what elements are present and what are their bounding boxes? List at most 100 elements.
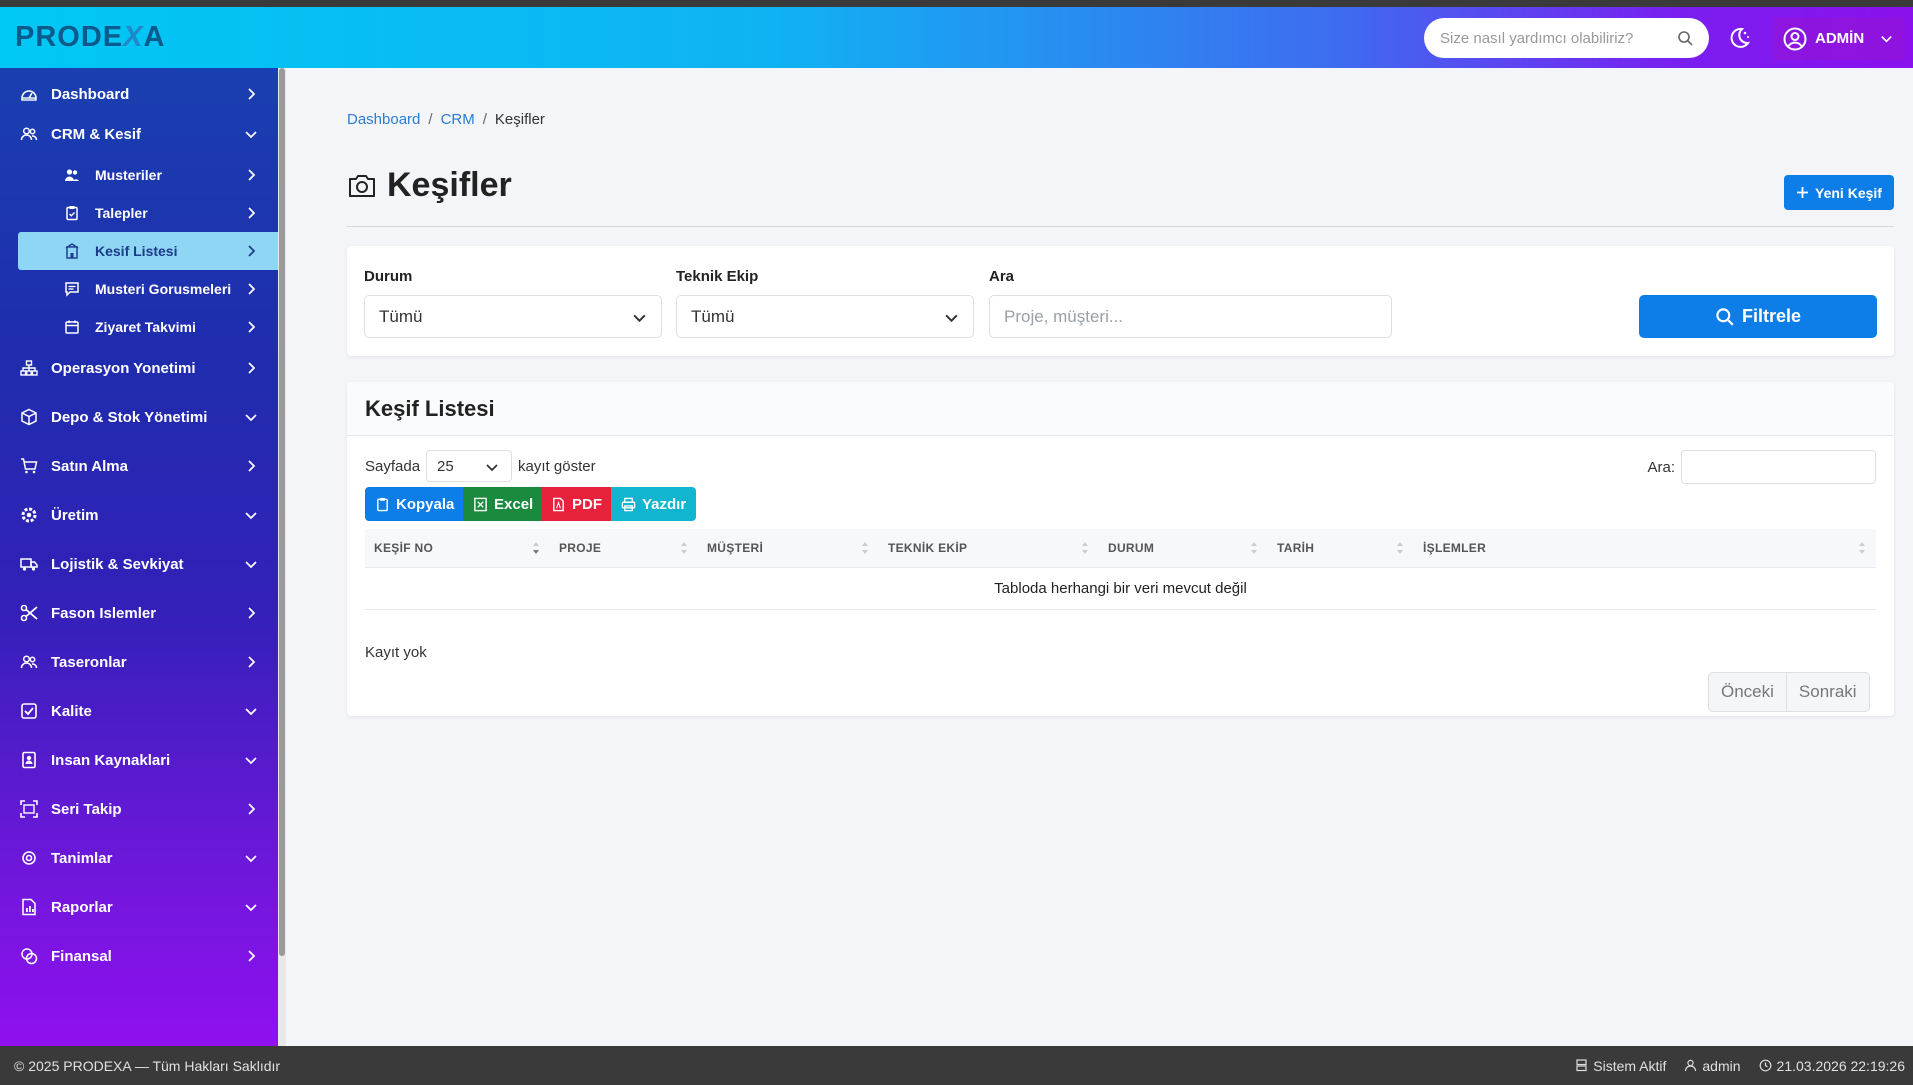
chevron-down-icon	[244, 851, 258, 865]
camera-icon	[347, 173, 377, 199]
col-musteri[interactable]: MÜŞTERİ	[698, 529, 879, 568]
breadcrumb: Dashboard / CRM / Keşifler	[347, 111, 545, 128]
file-excel-icon	[473, 497, 488, 512]
sort-icon	[1858, 541, 1866, 555]
chevron-right-icon	[244, 282, 258, 296]
page-length-control: Sayfada 25 kayıt göster	[365, 450, 596, 482]
gear-icon	[20, 506, 38, 524]
truck-icon	[20, 555, 38, 573]
sidebar-scrollbar[interactable]	[278, 68, 286, 1046]
sidebar-subitem-kesif-listesi[interactable]: Kesif Listesi	[18, 232, 278, 270]
next-page-button[interactable]: Sonraki	[1785, 673, 1869, 711]
chevron-right-icon	[244, 206, 258, 220]
sidebar-item-uretim[interactable]: Üretim	[0, 495, 278, 535]
list-title: Keşif Listesi	[365, 396, 495, 421]
sidebar-subitem-talepler[interactable]: Talepler	[18, 194, 278, 232]
chevron-down-icon	[244, 704, 258, 718]
sidebar: Dashboard CRM & Kesif Musteriler Taleple…	[0, 68, 278, 1046]
sidebar-subitem-musteri-gorusmeleri[interactable]: Musteri Gorusmeleri	[18, 270, 278, 308]
sidebar-subitem-ziyaret-takvimi[interactable]: Ziyaret Takvimi	[18, 308, 278, 346]
sidebar-item-tanimlar[interactable]: Tanimlar	[0, 838, 278, 878]
col-teknik-ekip[interactable]: TEKNİK EKİP	[879, 529, 1099, 568]
user-circle-icon	[1783, 27, 1807, 51]
table-empty-message: Tabloda herhangi bir veri mevcut değil	[365, 567, 1876, 610]
title-divider	[347, 226, 1894, 227]
table-row: Tabloda herhangi bir veri mevcut değil	[365, 567, 1876, 610]
chevron-down-icon	[244, 557, 258, 571]
sidebar-item-lojistik[interactable]: Lojistik & Sevkiyat	[0, 544, 278, 584]
sort-icon	[1396, 541, 1404, 555]
chevron-right-icon	[244, 655, 258, 669]
team-filter-label: Teknik Ekip	[676, 268, 759, 285]
filter-button[interactable]: Filtrele	[1639, 295, 1877, 338]
page-title: Keşifler	[347, 166, 512, 205]
printer-icon	[621, 497, 636, 512]
print-button[interactable]: Yazdır	[611, 487, 696, 521]
filter-search-input[interactable]	[989, 295, 1392, 338]
breadcrumb-crm[interactable]: CRM	[441, 111, 475, 128]
chevron-right-icon	[244, 168, 258, 182]
chevron-down-icon	[244, 127, 258, 141]
prodexa-logo[interactable]: PRODEXA	[15, 21, 165, 54]
global-search-input[interactable]	[1440, 29, 1677, 47]
table-info: Kayıt yok	[365, 644, 427, 661]
page-length-select[interactable]: 25	[426, 450, 513, 482]
pdf-button[interactable]: PDF	[541, 487, 611, 521]
chevron-down-icon	[244, 753, 258, 767]
clipboard-icon	[64, 205, 80, 221]
moon-icon[interactable]	[1726, 25, 1752, 51]
col-tarih[interactable]: TARİH	[1268, 529, 1414, 568]
breadcrumb-dashboard[interactable]: Dashboard	[347, 111, 420, 128]
sidebar-item-taseronlar[interactable]: Taseronlar	[0, 642, 278, 682]
user-group-icon	[64, 167, 80, 183]
sidebar-scroll-thumb[interactable]	[279, 68, 285, 956]
new-kesif-button[interactable]: Yeni Keşif	[1784, 175, 1894, 210]
status-select[interactable]: Tümü	[364, 295, 662, 338]
check-square-icon	[20, 702, 38, 720]
table-search-input[interactable]	[1681, 450, 1876, 484]
footer: © 2025 PRODEXA — Tüm Hakları Saklıdır Si…	[0, 1046, 1913, 1085]
table-header-row: KEŞİF NO PROJE MÜŞTERİ TEKNİK EKİP DURUM…	[365, 529, 1876, 568]
status-filter-label: Durum	[364, 268, 413, 285]
sidebar-subitem-musteriler[interactable]: Musteriler	[18, 156, 278, 194]
user-menu-button[interactable]: ADMİN	[1773, 17, 1905, 60]
prev-page-button[interactable]: Önceki	[1709, 673, 1786, 711]
col-proje[interactable]: PROJE	[550, 529, 698, 568]
breadcrumb-current: Keşifler	[494, 111, 545, 128]
scissors-icon	[20, 604, 38, 622]
chevron-down-icon	[632, 310, 647, 325]
cart-icon	[20, 457, 38, 475]
clipboard-icon	[375, 497, 390, 512]
sidebar-item-crm[interactable]: CRM & Kesif	[0, 114, 278, 154]
team-select[interactable]: Tümü	[676, 295, 974, 338]
sidebar-item-dashboard[interactable]: Dashboard	[0, 74, 278, 114]
filter-card: Durum Tümü Teknik Ekip Tümü Ara Filtrele	[347, 246, 1894, 356]
id-badge-icon	[20, 751, 38, 769]
kesif-list-card: Keşif Listesi Sayfada 25 kayıt göster Ar…	[347, 382, 1894, 716]
sidebar-item-fason[interactable]: Fason Islemler	[0, 593, 278, 633]
sidebar-item-insan-kaynaklari[interactable]: Insan Kaynaklari	[0, 740, 278, 780]
sidebar-item-operasyon[interactable]: Operasyon Yonetimi	[0, 348, 278, 388]
sidebar-item-seri-takip[interactable]: Seri Takip	[0, 789, 278, 829]
col-durum[interactable]: DURUM	[1099, 529, 1268, 568]
col-kesif-no[interactable]: KEŞİF NO	[365, 529, 550, 568]
copy-button[interactable]: Kopyala	[365, 487, 463, 521]
chevron-down-icon	[944, 310, 959, 325]
search-icon[interactable]	[1677, 30, 1693, 46]
excel-button[interactable]: Excel	[463, 487, 541, 521]
export-buttons: Kopyala Excel PDF Yazdır	[365, 487, 696, 521]
sidebar-item-finansal[interactable]: Finansal	[0, 936, 278, 976]
users-icon	[20, 653, 38, 671]
global-search[interactable]	[1424, 18, 1709, 58]
report-icon	[20, 898, 38, 916]
chevron-right-icon	[244, 949, 258, 963]
table-search: Ara:	[1647, 450, 1876, 484]
col-islemler[interactable]: İŞLEMLER	[1414, 529, 1876, 568]
sidebar-item-raporlar[interactable]: Raporlar	[0, 887, 278, 927]
chevron-down-icon	[244, 508, 258, 522]
sidebar-item-depo-stok[interactable]: Depo & Stok Yönetimi	[0, 397, 278, 437]
chevron-down-icon	[485, 460, 499, 474]
sidebar-item-kalite[interactable]: Kalite	[0, 691, 278, 731]
chevron-right-icon	[244, 87, 258, 101]
sidebar-item-satin-alma[interactable]: Satın Alma	[0, 446, 278, 486]
